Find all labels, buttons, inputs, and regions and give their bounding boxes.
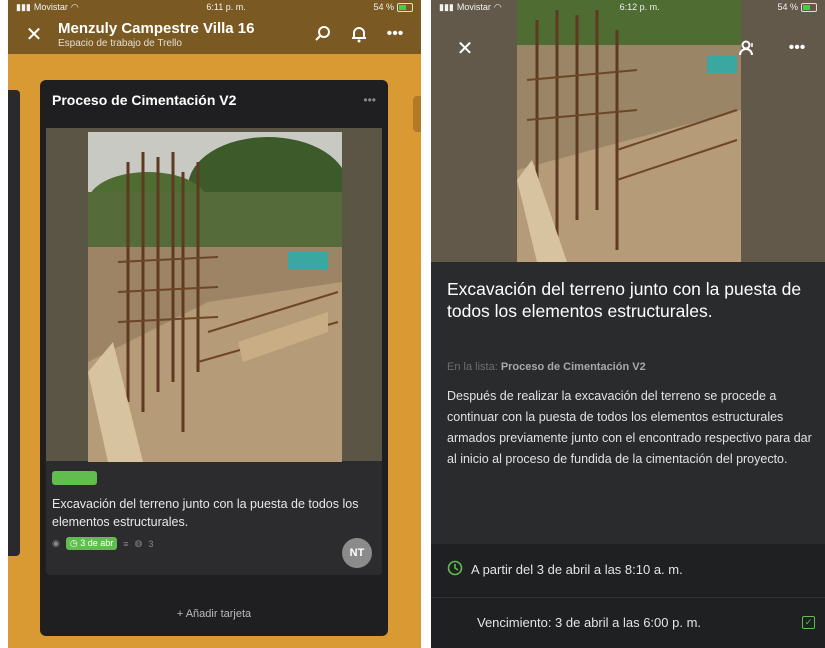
clock: 6:12 p. m. [619, 2, 660, 12]
wifi-icon: ◠ [70, 1, 79, 12]
status-bar: ▮▮▮ Movistar ◠ 6:11 p. m. 54 % [8, 0, 421, 14]
list-column: Proceso de Cimentación V2 ••• Excavación… [40, 80, 388, 636]
comment-icon: ◍ [134, 538, 143, 548]
card-detail-screen: ▮▮▮ Movistar ◠ 6:12 p. m. 54 % ✕ ••• Excav… [431, 0, 825, 648]
due-complete-checkbox[interactable]: ✓ [802, 616, 815, 629]
due-date-text: Vencimiento: 3 de abril a las 6:00 p. m. [477, 615, 702, 630]
battery-icon [801, 2, 817, 12]
avatar[interactable]: NT [342, 538, 372, 568]
clock-icon [447, 560, 463, 579]
clock: 6:11 p. m. [206, 2, 246, 12]
carrier: Movistar [33, 2, 68, 12]
card[interactable]: Excavación del terreno junto con la pues… [46, 128, 382, 575]
board-screen: ▮▮▮ Movistar ◠ 6:11 p. m. 54 % ✕ Menzuly C… [8, 0, 421, 648]
signal-icon: ▮▮▮ [439, 1, 454, 12]
search-icon[interactable] [309, 20, 337, 48]
watch-icon: ◉ [52, 538, 60, 548]
list-menu-icon[interactable]: ••• [363, 93, 376, 107]
close-icon[interactable]: ✕ [451, 34, 479, 62]
carrier: Movistar [456, 2, 491, 12]
divider [431, 597, 825, 598]
wifi-icon: ◠ [493, 1, 502, 12]
start-date-row[interactable]: A partir del 3 de abril a las 8:10 a. m. [447, 560, 683, 579]
due-date-text: 3 de abr [80, 538, 114, 548]
construction-photo [88, 132, 342, 462]
list-title[interactable]: Proceso de Cimentación V2 [52, 92, 236, 108]
start-date-text: A partir del 3 de abril a las 8:10 a. m. [471, 562, 683, 577]
more-icon[interactable]: ••• [381, 20, 409, 48]
member-icon[interactable] [733, 34, 761, 62]
signal-icon: ▮▮▮ [16, 1, 31, 12]
bell-icon[interactable] [345, 20, 373, 48]
in-list-info: En la lista: Proceso de Cimentación V2 [447, 361, 646, 373]
next-list-edge[interactable] [413, 96, 421, 132]
previous-list-edge[interactable] [8, 90, 20, 556]
description-icon: ≡ [123, 538, 129, 549]
in-list-label: En la lista: [447, 361, 498, 373]
green-label [52, 471, 97, 485]
board-header: ▮▮▮ Movistar ◠ 6:11 p. m. 54 % ✕ Menzuly C… [8, 0, 421, 54]
card-cover [46, 128, 382, 462]
workspace-name: Espacio de trabajo de Trello [58, 37, 182, 49]
battery-icon [396, 2, 413, 12]
battery-level: 54 % [373, 2, 394, 12]
due-date-row[interactable]: Vencimiento: 3 de abril a las 6:00 p. m.… [477, 615, 815, 630]
close-icon[interactable]: ✕ [20, 20, 48, 48]
card-title: Excavación del terreno junto con la pues… [52, 497, 359, 529]
add-card-button[interactable]: + Añadir tarjeta [40, 592, 388, 636]
in-list-value[interactable]: Proceso de Cimentación V2 [501, 361, 646, 373]
card-detail-panel: Excavación del terreno junto con la pues… [431, 262, 825, 544]
comment-count: 3 [148, 538, 154, 549]
card-title[interactable]: Excavación del terreno junto con la pues… [447, 278, 807, 322]
due-date-badge: ◷ 3 de abr [65, 537, 118, 550]
card-badges: ◉ ◷ 3 de abr ≡ ◍ 3 [52, 537, 153, 550]
battery-level: 54 % [777, 2, 798, 12]
more-icon[interactable]: ••• [783, 34, 811, 62]
card-description[interactable]: Después de realizar la excavación del te… [447, 386, 813, 470]
board-title: Menzuly Campestre Villa 16 [58, 19, 255, 37]
status-bar: ▮▮▮ Movistar ◠ 6:12 p. m. 54 % [431, 0, 825, 14]
